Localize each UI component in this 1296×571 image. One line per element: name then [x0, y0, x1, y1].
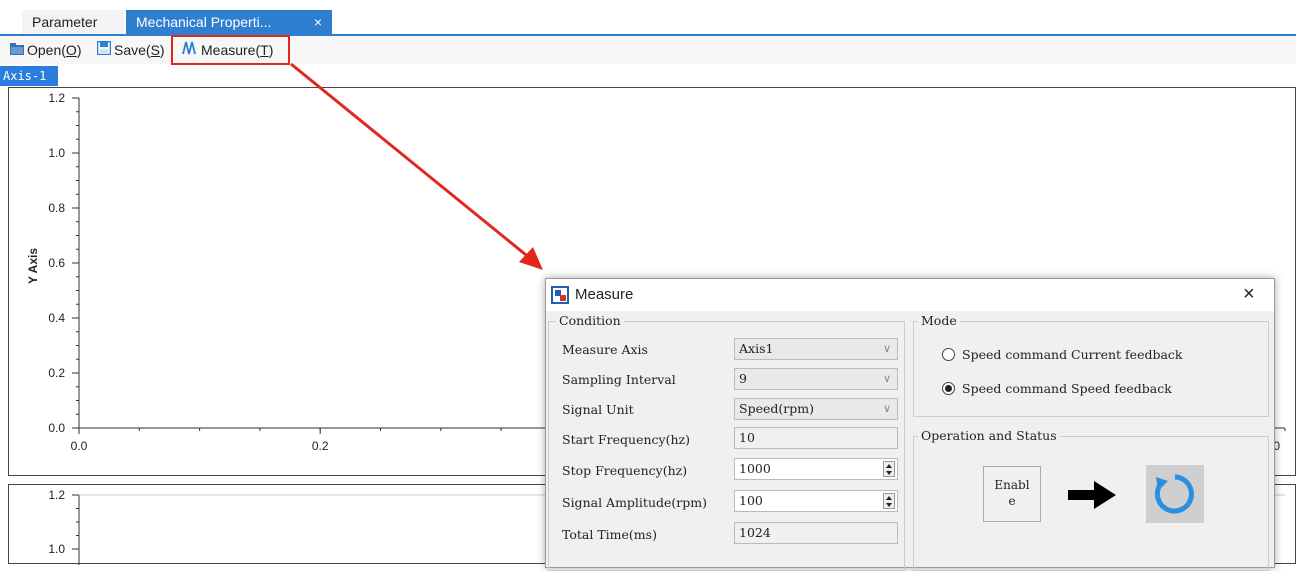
refresh-icon: [1154, 474, 1194, 514]
mode-title: Mode: [918, 313, 960, 328]
start-frequency-label: Start Frequency(hz): [562, 432, 691, 447]
measure-dialog: Measure × Condition Mode Operation and S…: [545, 278, 1275, 571]
mode-option-label: Speed command Speed feedback: [962, 381, 1172, 396]
mode-radio-current-feedback[interactable]: [942, 348, 955, 361]
close-icon[interactable]: ×: [1243, 283, 1255, 306]
signal-amplitude-stepper[interactable]: 100: [734, 490, 898, 512]
arrow-right-icon: [1068, 481, 1116, 509]
mode-radio-speed-feedback[interactable]: [942, 382, 955, 395]
signal-unit-select[interactable]: Speed(rpm) ∨: [734, 398, 898, 420]
condition-title: Condition: [556, 313, 624, 328]
dialog-titlebar: Measure ×: [546, 279, 1274, 311]
total-time-field[interactable]: 1024: [734, 522, 898, 544]
app-icon: [551, 286, 569, 307]
signal-unit-label: Signal Unit: [562, 402, 634, 417]
total-time-label: Total Time(ms): [562, 527, 657, 542]
chevron-down-icon: ∨: [882, 402, 891, 415]
measure-axis-label: Measure Axis: [562, 342, 648, 357]
chevron-down-icon: ∨: [882, 342, 891, 355]
chevron-down-icon: ∨: [882, 372, 891, 385]
mode-group: [913, 321, 1269, 417]
enable-button[interactable]: Enabl e: [983, 466, 1041, 522]
measure-axis-select[interactable]: Axis1 ∨: [734, 338, 898, 360]
operation-title: Operation and Status: [918, 428, 1060, 443]
dialog-title: Measure: [575, 286, 634, 303]
status-indicator: [1146, 465, 1204, 523]
stop-frequency-stepper[interactable]: 1000: [734, 458, 898, 480]
start-frequency-field[interactable]: 10: [734, 427, 898, 449]
spin-arrows-icon[interactable]: [883, 461, 895, 477]
spin-arrows-icon[interactable]: [883, 493, 895, 509]
mode-option-label: Speed command Current feedback: [962, 347, 1183, 362]
stop-frequency-label: Stop Frequency(hz): [562, 463, 688, 478]
sampling-interval-label: Sampling Interval: [562, 372, 676, 387]
sampling-interval-select[interactable]: 9 ∨: [734, 368, 898, 390]
signal-amplitude-label: Signal Amplitude(rpm): [562, 495, 707, 510]
